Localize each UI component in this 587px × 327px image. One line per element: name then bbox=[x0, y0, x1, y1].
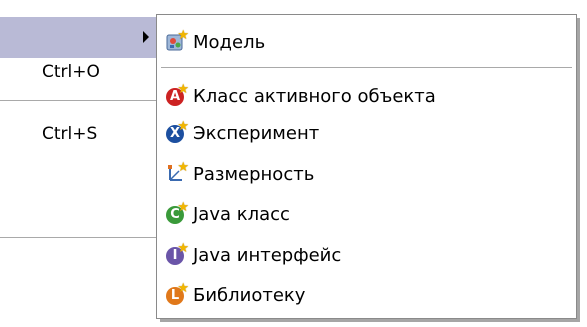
new-submenu: ★ Модель A ★ Класс активного объекта X ★ Э… bbox=[156, 14, 577, 319]
menu-item-label: Размерность bbox=[193, 163, 315, 185]
menu-item-java-interface[interactable]: I ★ Java интерфейс bbox=[165, 238, 341, 272]
menu-item-model[interactable]: ★ Модель bbox=[165, 25, 265, 59]
new-submenu-item[interactable] bbox=[0, 17, 157, 58]
submenu-shadow bbox=[160, 319, 580, 322]
parent-menu: Ctrl+O Ctrl+S bbox=[0, 0, 170, 327]
model-icon: ★ bbox=[165, 29, 189, 53]
java-class-icon: C ★ bbox=[165, 201, 189, 225]
open-shortcut: Ctrl+O bbox=[42, 62, 100, 82]
menu-item-label: Java интерфейс bbox=[193, 244, 342, 266]
submenu-shadow bbox=[577, 18, 580, 321]
dimension-icon: ★ bbox=[165, 161, 189, 185]
menu-separator bbox=[0, 237, 157, 238]
menu-item-active-object-class[interactable]: A ★ Класс активного объекта bbox=[165, 79, 436, 113]
menu-item-label: Java класс bbox=[193, 203, 290, 225]
menu-item-label: Класс активного объекта bbox=[193, 85, 436, 107]
save-shortcut: Ctrl+S bbox=[42, 124, 98, 144]
menu-separator bbox=[161, 67, 572, 68]
active-object-class-icon: A ★ bbox=[165, 83, 189, 107]
menu-item-java-class[interactable]: C ★ Java класс bbox=[165, 197, 290, 231]
library-icon: L ★ bbox=[165, 282, 189, 306]
menu-item-label: Модель bbox=[193, 31, 266, 53]
menu-item-label: Библиотеку bbox=[193, 284, 306, 306]
submenu-arrow-icon bbox=[143, 31, 149, 43]
menu-item-experiment[interactable]: X ★ Эксперимент bbox=[165, 116, 319, 150]
menu-item-label: Эксперимент bbox=[193, 122, 320, 144]
menu-separator bbox=[0, 100, 157, 101]
menu-item-dimension[interactable]: ★ Размерность bbox=[165, 157, 314, 191]
menu-item-library[interactable]: L ★ Библиотеку bbox=[165, 278, 305, 312]
experiment-icon: X ★ bbox=[165, 120, 189, 144]
java-interface-icon: I ★ bbox=[165, 242, 189, 266]
